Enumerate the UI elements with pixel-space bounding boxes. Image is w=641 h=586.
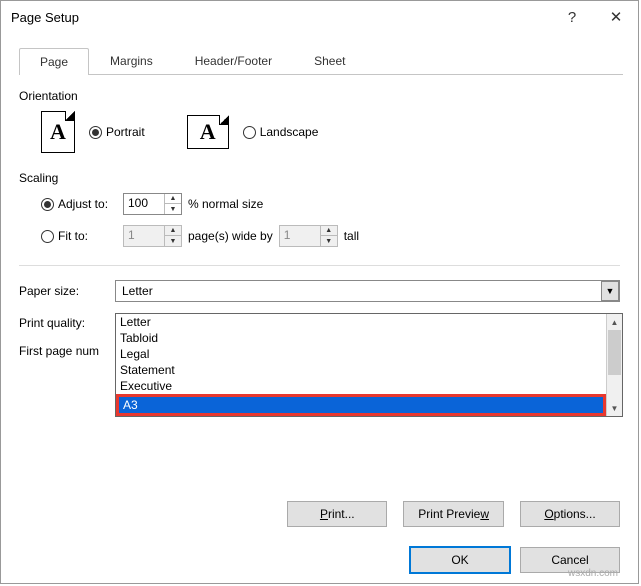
tabs: Page Margins Header/Footer Sheet	[19, 47, 623, 75]
first-page-label: First page num	[19, 344, 115, 358]
radio-icon	[41, 230, 54, 243]
chevron-down-icon[interactable]: ▼	[601, 281, 619, 301]
ok-button[interactable]: OK	[410, 547, 510, 573]
tab-page[interactable]: Page	[19, 48, 89, 75]
fit-wide-spinner[interactable]: 1 ▲ ▼	[123, 225, 182, 247]
paper-size-combo[interactable]: Letter ▼	[115, 280, 620, 302]
landscape-radio[interactable]: Landscape	[243, 125, 319, 139]
scroll-down-icon[interactable]: ▼	[607, 400, 622, 416]
window-title: Page Setup	[11, 10, 550, 25]
spinner-down-icon[interactable]: ▼	[321, 236, 337, 246]
dropdown-item-tabloid[interactable]: Tabloid	[116, 330, 606, 346]
scaling-label: Scaling	[19, 171, 620, 185]
fit-tall-suffix: tall	[344, 229, 359, 243]
tab-sheet[interactable]: Sheet	[293, 47, 366, 74]
dropdown-item-letter[interactable]: Letter	[116, 314, 606, 330]
print-quality-label: Print quality:	[19, 316, 115, 330]
spinner-up-icon[interactable]: ▲	[165, 226, 181, 236]
print-preview-button[interactable]: Print Preview	[403, 501, 504, 527]
dropdown-item-statement[interactable]: Statement	[116, 362, 606, 378]
watermark: wsxdn.com	[568, 568, 618, 579]
portrait-radio[interactable]: Portrait	[89, 125, 145, 139]
portrait-icon: A	[41, 111, 75, 153]
radio-icon	[41, 198, 54, 211]
adjust-spinner[interactable]: 100 ▲ ▼	[123, 193, 182, 215]
scroll-track[interactable]	[607, 330, 622, 400]
spinner-down-icon[interactable]: ▼	[165, 236, 181, 246]
paper-size-label: Paper size:	[19, 284, 115, 298]
spinner-up-icon[interactable]: ▲	[321, 226, 337, 236]
tab-header-footer[interactable]: Header/Footer	[174, 47, 293, 74]
radio-icon	[89, 126, 102, 139]
print-button[interactable]: Print...	[287, 501, 387, 527]
fit-tall-spinner[interactable]: 1 ▲ ▼	[279, 225, 338, 247]
scroll-thumb[interactable]	[608, 330, 621, 375]
dropdown-scrollbar[interactable]: ▲ ▼	[606, 314, 622, 416]
fit-to-radio[interactable]: Fit to:	[41, 229, 113, 243]
divider	[19, 265, 620, 266]
options-button[interactable]: Options...	[520, 501, 620, 527]
spinner-down-icon[interactable]: ▼	[165, 204, 181, 214]
adjust-suffix: % normal size	[188, 197, 263, 211]
close-button[interactable]: ✕	[594, 1, 638, 33]
help-button[interactable]: ?	[550, 1, 594, 33]
scroll-up-icon[interactable]: ▲	[607, 314, 622, 330]
dropdown-item-a3[interactable]: A3	[116, 394, 606, 416]
landscape-icon: A	[187, 115, 229, 149]
orientation-label: Orientation	[19, 89, 620, 103]
adjust-to-radio[interactable]: Adjust to:	[41, 197, 113, 211]
spinner-up-icon[interactable]: ▲	[165, 194, 181, 204]
paper-size-dropdown: Letter Tabloid Legal Statement Executive…	[115, 313, 623, 417]
dropdown-item-legal[interactable]: Legal	[116, 346, 606, 362]
dropdown-item-executive[interactable]: Executive	[116, 378, 606, 394]
radio-icon	[243, 126, 256, 139]
fit-wide-suffix: page(s) wide by	[188, 229, 273, 243]
tab-margins[interactable]: Margins	[89, 47, 174, 74]
